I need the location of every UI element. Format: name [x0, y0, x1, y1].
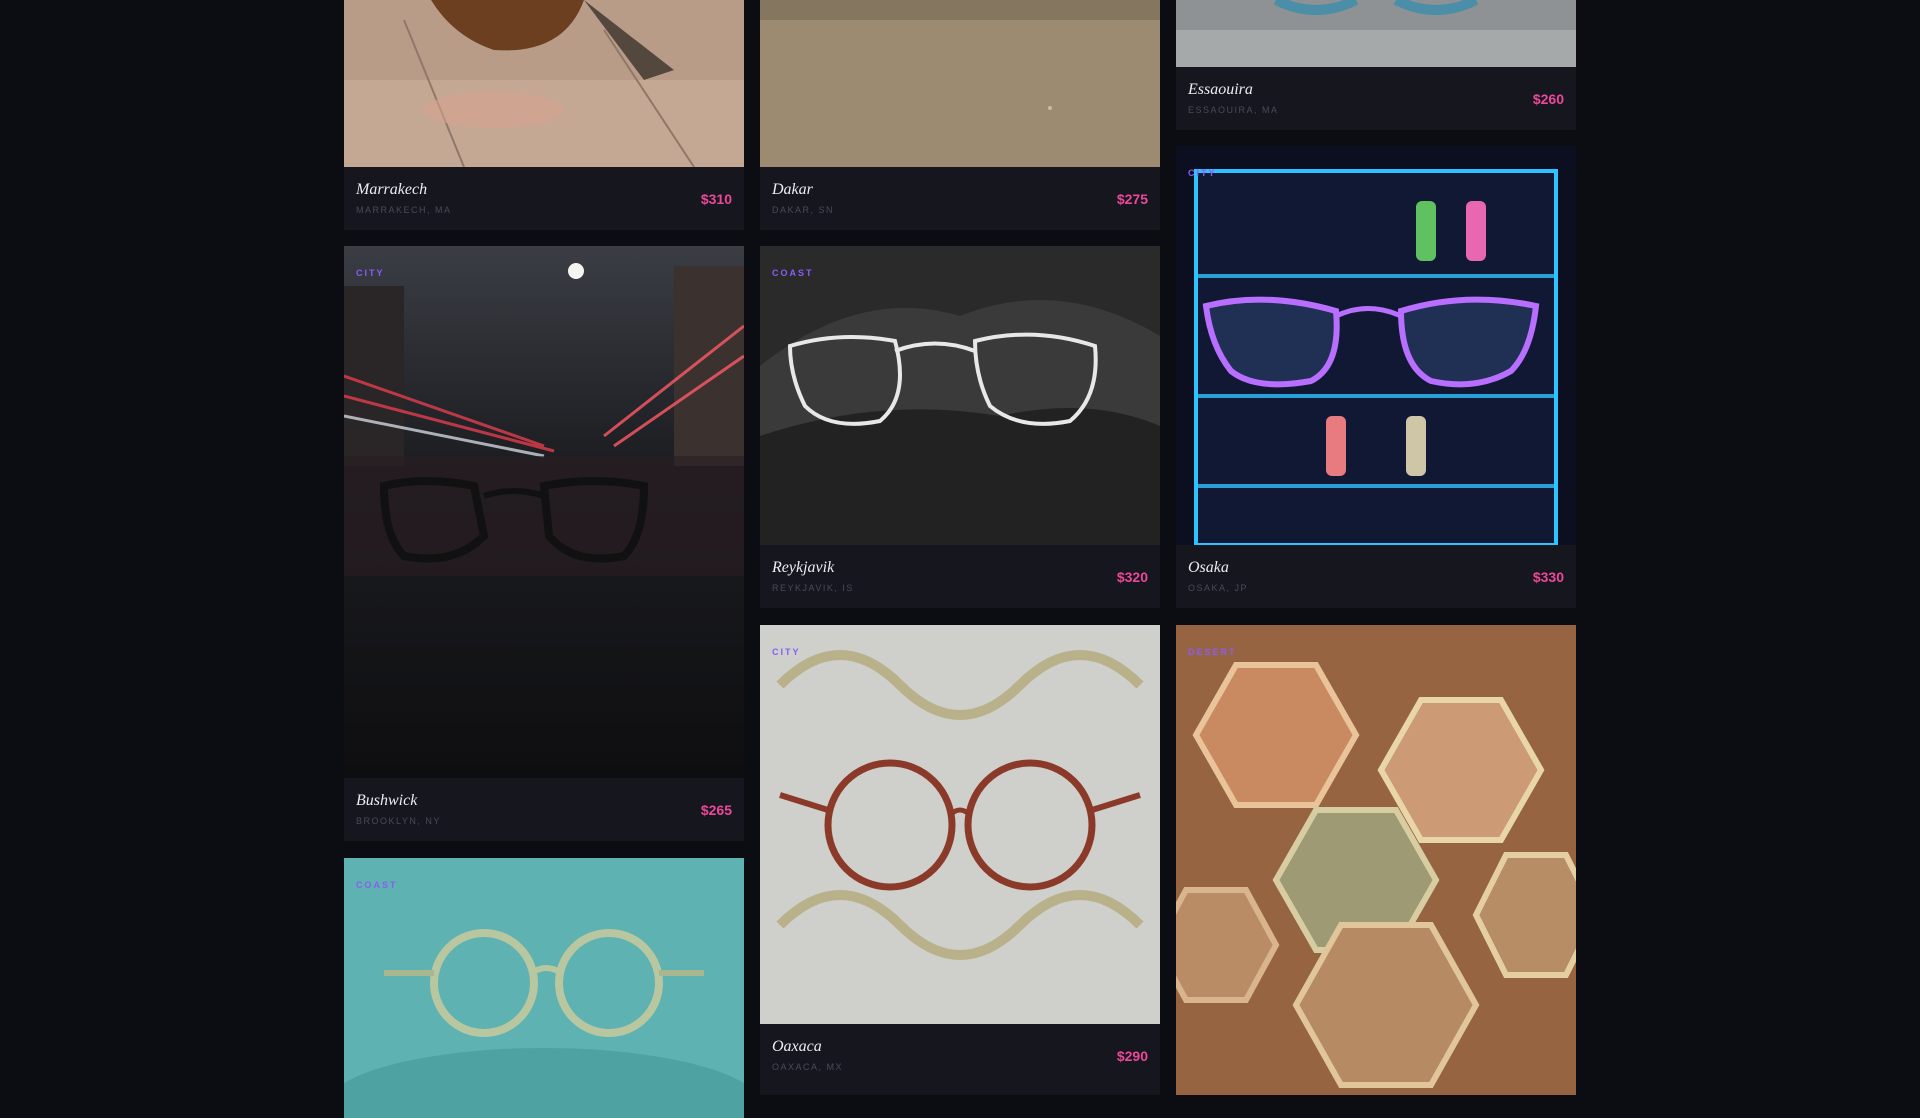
product-name[interactable]: Essaouira: [1188, 81, 1253, 99]
tortoiseshell-sunglasses-on-tile-image: [344, 0, 744, 167]
product-card-bushwick[interactable]: CITY Bushwick BROOKLYN, NY $265: [344, 246, 744, 841]
card-info: Essaouira ESSAOUIRA, MA $260: [1176, 67, 1576, 130]
product-card-essaouira[interactable]: Essaouira ESSAOUIRA, MA $260: [1176, 0, 1576, 130]
product-location: REYKJAVIK, IS: [772, 583, 854, 593]
product-name[interactable]: Reykjavik: [772, 559, 834, 577]
product-name[interactable]: Dakar: [772, 181, 813, 199]
card-info: Dakar DAKAR, SN $275: [760, 167, 1160, 230]
product-price: $330: [1532, 569, 1564, 585]
product-card-marrakech[interactable]: Marrakech MARRAKECH, MA $310: [344, 0, 744, 230]
neon-glasses-vending-image: [1176, 146, 1576, 545]
product-price: $260: [1532, 91, 1564, 107]
product-name[interactable]: Osaka: [1188, 559, 1229, 577]
card-info: Marrakech MARRAKECH, MA $310: [344, 167, 744, 230]
product-location: DAKAR, SN: [772, 205, 835, 215]
card-info: Bushwick BROOKLYN, NY $265: [344, 778, 744, 841]
product-location: OSAKA, JP: [1188, 583, 1249, 593]
product-price: $310: [700, 191, 732, 207]
glasses-on-sand-image: [760, 0, 1160, 167]
product-card-osaka[interactable]: CITY Osaka OSAKA, JP $330: [1176, 146, 1576, 608]
category-badge: CITY: [772, 647, 801, 657]
category-badge: CITY: [356, 268, 385, 278]
product-price: $275: [1116, 191, 1148, 207]
product-location: BROOKLYN, NY: [356, 816, 441, 826]
product-card-reykjavik[interactable]: COAST Reykjavik REYKJAVIK, IS $320: [760, 246, 1160, 608]
category-badge: COAST: [772, 268, 814, 278]
product-card-oaxaca[interactable]: CITY Oaxaca OAXACA, MX $290: [760, 625, 1160, 1095]
red-glasses-embroidery-image: [760, 625, 1160, 1024]
product-location: MARRAKECH, MA: [356, 205, 452, 215]
product-name[interactable]: Bushwick: [356, 792, 417, 810]
product-price: $320: [1116, 569, 1148, 585]
card-info: Oaxaca OAXACA, MX $290: [760, 1024, 1160, 1087]
product-location: OAXACA, MX: [772, 1062, 844, 1072]
product-price: $265: [700, 802, 732, 818]
product-price: $290: [1116, 1048, 1148, 1064]
product-card-desert[interactable]: DESERT: [1176, 625, 1576, 1095]
category-badge: DESERT: [1188, 647, 1237, 657]
category-badge: COAST: [356, 880, 398, 890]
product-name[interactable]: Oaxaca: [772, 1038, 822, 1056]
product-name[interactable]: Marrakech: [356, 181, 427, 199]
black-glasses-wet-street-image: [344, 246, 744, 778]
category-badge: CITY: [1188, 168, 1217, 178]
clear-glasses-lava-rock-image: [760, 246, 1160, 545]
blue-sunglasses-image: [1176, 0, 1576, 67]
card-info: Osaka OSAKA, JP $330: [1176, 545, 1576, 608]
product-location: ESSAOUIRA, MA: [1188, 105, 1279, 115]
card-info: Reykjavik REYKJAVIK, IS $320: [760, 545, 1160, 608]
product-card-coast-teal[interactable]: COAST: [344, 858, 744, 1118]
product-card-dakar[interactable]: Dakar DAKAR, SN $275: [760, 0, 1160, 230]
green-glasses-water-image: [344, 858, 744, 1118]
hexagon-frames-table-image: [1176, 625, 1576, 1095]
